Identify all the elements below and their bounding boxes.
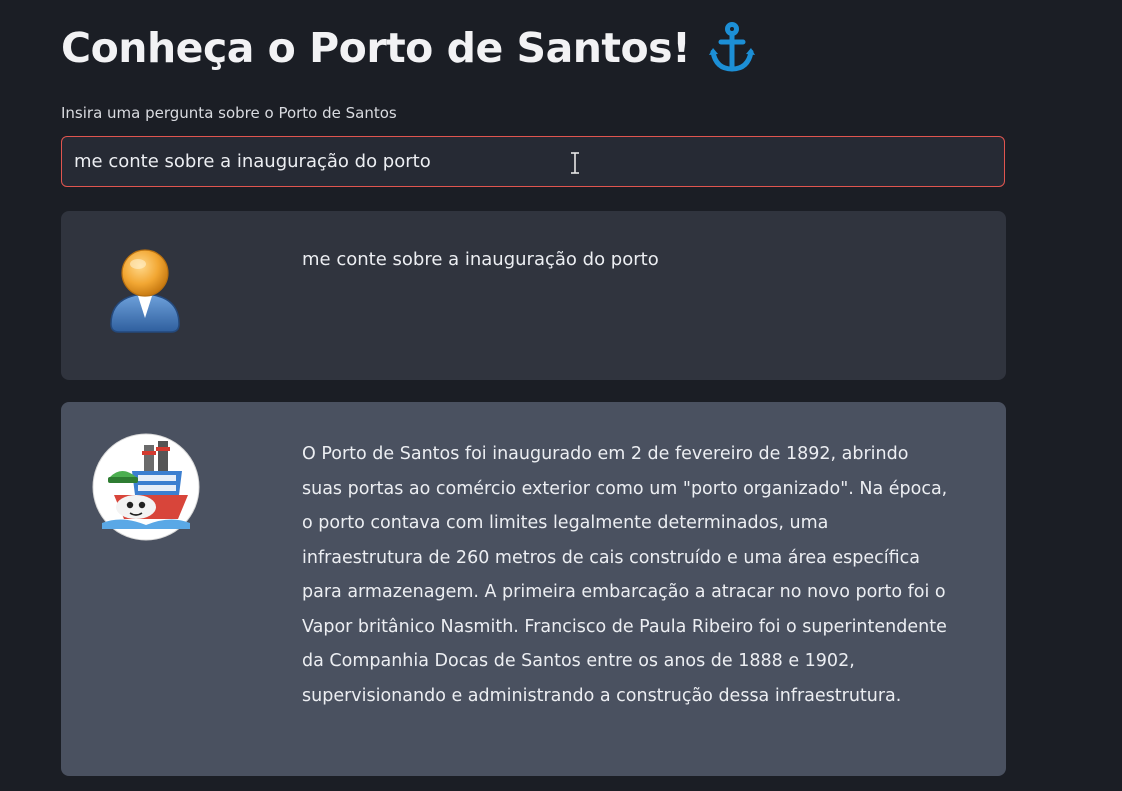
question-input-label: Insira uma pergunta sobre o Porto de San… xyxy=(61,104,397,122)
user-avatar-icon xyxy=(110,249,180,333)
question-input-container[interactable] xyxy=(61,136,1005,187)
user-message-text: me conte sobre a inauguração do porto xyxy=(302,249,659,270)
page-title: Conheça o Porto de Santos! xyxy=(61,22,756,74)
assistant-message-text: O Porto de Santos foi inaugurado em 2 de… xyxy=(302,444,948,706)
text-cursor-icon xyxy=(571,152,579,174)
app-page: Conheça o Porto de Santos! Insira uma pe… xyxy=(0,0,1122,791)
chat-message-user: me conte sobre a inauguração do porto xyxy=(61,211,1006,380)
page-title-text: Conheça o Porto de Santos! xyxy=(61,24,691,72)
question-input[interactable] xyxy=(74,151,1004,172)
chat-message-assistant: O Porto de Santos foi inaugurado em 2 de… xyxy=(61,402,1006,776)
ship-mascot-avatar-icon xyxy=(92,433,200,541)
anchor-icon xyxy=(709,22,756,72)
